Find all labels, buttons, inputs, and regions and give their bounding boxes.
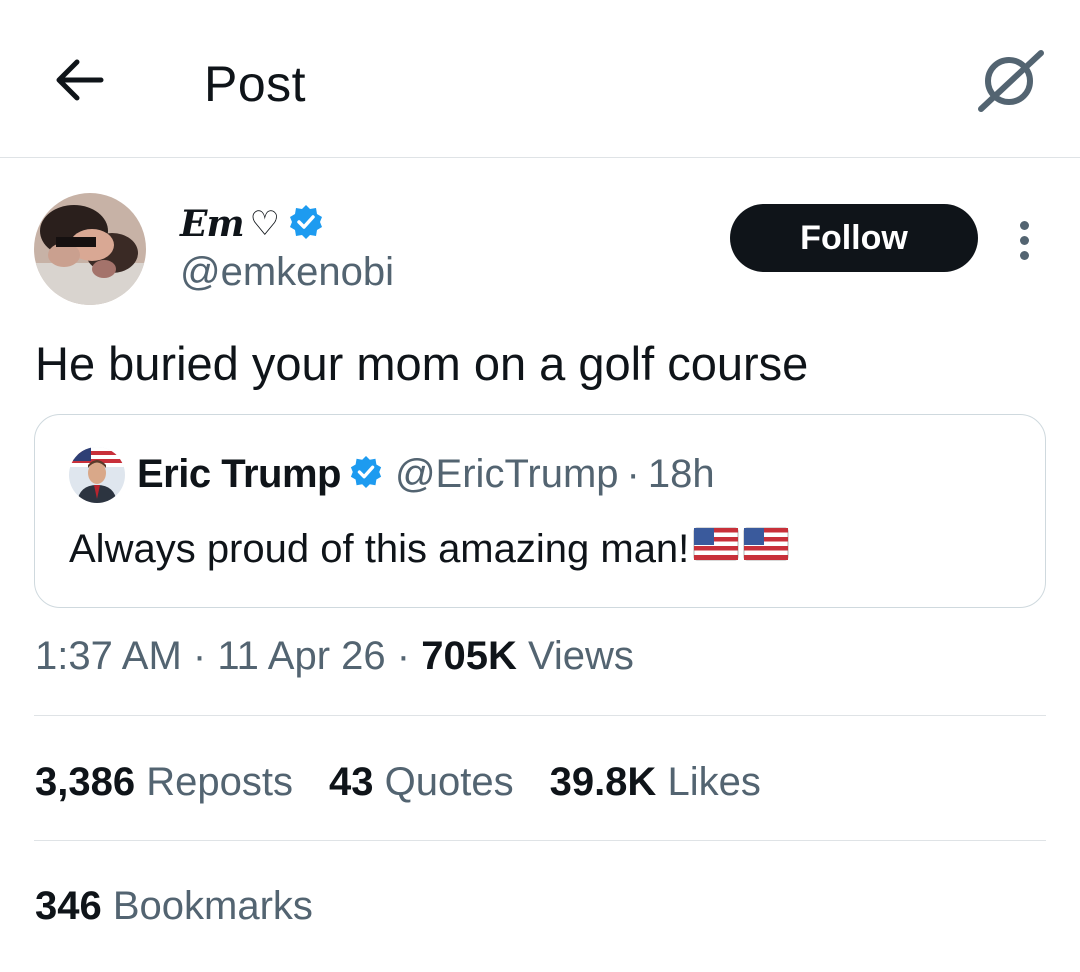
us-flag-icon	[693, 523, 739, 575]
reposts-stat[interactable]: 3,386 Reposts	[35, 756, 293, 808]
quoted-author-name[interactable]: Eric Trump	[137, 452, 341, 497]
page-title: Post	[204, 56, 307, 112]
views-label: Views	[527, 634, 634, 678]
follow-button[interactable]: Follow	[730, 204, 978, 272]
quoted-tweet-time: 18h	[647, 451, 715, 496]
grok-button[interactable]	[972, 44, 1048, 116]
tweet-meta: 1:37 AM · 11 Apr 26 · 705K Views	[35, 630, 634, 682]
back-button[interactable]	[50, 52, 110, 108]
more-options-button[interactable]	[1004, 212, 1044, 268]
divider	[34, 840, 1046, 841]
author-avatar[interactable]	[34, 193, 146, 305]
views-count: 705K	[421, 634, 517, 678]
separator-dot: ·	[192, 634, 207, 678]
author-display-name[interactable]: Em ♡	[180, 198, 324, 250]
tweet-date[interactable]: 11 Apr 26	[217, 634, 385, 678]
bookmarks-stat[interactable]: 346 Bookmarks	[35, 880, 313, 932]
divider	[34, 715, 1046, 716]
quotes-stat[interactable]: 43 Quotes	[329, 756, 514, 808]
separator-dot: ·	[396, 634, 411, 678]
quoted-tweet-text: Always proud of this amazing man!	[69, 527, 690, 571]
author-handle[interactable]: @emkenobi	[180, 248, 394, 296]
grok-icon	[978, 50, 1044, 112]
likes-stat[interactable]: 39.8K Likes	[550, 756, 761, 808]
quoted-author-avatar[interactable]	[69, 447, 125, 503]
more-dot	[1019, 235, 1029, 245]
more-dot	[1019, 220, 1029, 230]
quoted-tweet-card[interactable]: Eric Trump @EricTrump · 18h Always proud…	[34, 414, 1046, 608]
separator-dot: ·	[626, 451, 640, 496]
top-bar: Post	[0, 0, 1080, 158]
engagement-stats: 3,386 Reposts 43 Quotes 39.8K Likes	[35, 756, 797, 808]
tweet-time[interactable]: 1:37 AM	[35, 634, 182, 678]
verified-badge-icon	[288, 204, 324, 245]
tweet-text: He buried your mom on a golf course	[35, 337, 809, 390]
us-flag-icon	[743, 523, 789, 575]
quoted-tweet-header: Eric Trump @EricTrump · 18h	[137, 449, 715, 499]
more-dot	[1019, 250, 1029, 260]
arrow-left-icon	[56, 59, 104, 101]
quoted-author-handle: @EricTrump	[394, 451, 619, 496]
quoted-tweet-text-row: Always proud of this amazing man!	[69, 523, 789, 575]
verified-badge-icon	[349, 455, 383, 494]
